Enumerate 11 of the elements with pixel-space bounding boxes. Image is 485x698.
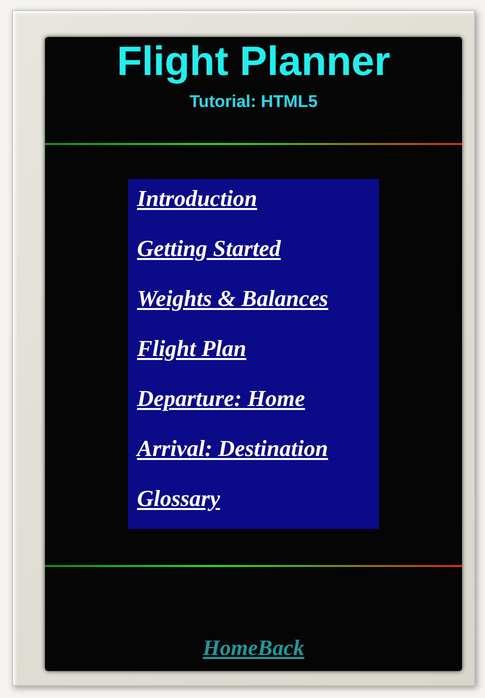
menu-link[interactable]: Glossary <box>137 485 220 512</box>
menu-link[interactable]: Introduction <box>137 185 258 212</box>
menu-link[interactable]: Arrival: Destination <box>137 435 328 462</box>
page-title: Flight Planner <box>116 39 390 84</box>
menu-link[interactable]: Getting Started <box>137 235 281 262</box>
menu-link[interactable]: Departure: Home <box>137 385 306 412</box>
menu-link[interactable]: Flight Plan <box>137 335 246 362</box>
footer-link[interactable]: Home <box>202 635 258 661</box>
menu-link[interactable]: Weights & Balances <box>137 285 328 312</box>
page-subtitle: Tutorial: HTML5 <box>189 92 318 112</box>
footer-link[interactable]: Back <box>258 635 304 661</box>
